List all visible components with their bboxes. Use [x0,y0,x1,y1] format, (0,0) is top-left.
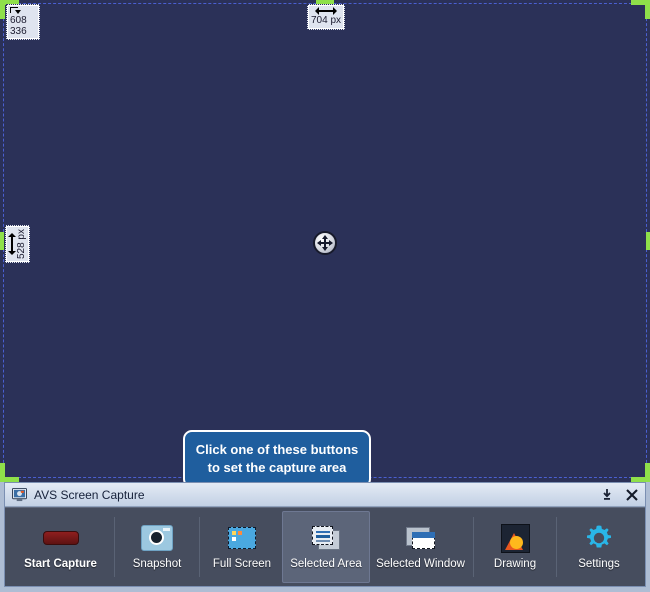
resize-handle-right-middle[interactable] [646,232,650,250]
callout-line-1: Click one of these buttons [195,442,359,457]
height-badge: 528 px [5,225,30,264]
full-screen-icon [228,523,256,553]
snapshot-button[interactable]: Snapshot [117,511,197,583]
toolbar-separator [473,517,474,577]
position-y-value: 336 [10,25,27,37]
toolbar-separator [199,517,200,577]
screen-capture-overlay-app: 608 336 704 px 528 px Click one of these… [0,0,650,592]
width-value: 704 px [311,15,342,26]
start-capture-button[interactable]: Start Capture [9,511,112,583]
move-position-icon [10,7,22,16]
app-window: AVS Screen Capture Start Capture Snapsho… [0,482,650,592]
move-crosshair-icon [317,235,333,251]
selected-window-icon [405,523,436,553]
horizontal-resize-icon [315,7,338,15]
capture-toolbar: Start Capture Snapshot Full Screen Selec… [5,507,645,586]
full-screen-label: Full Screen [212,558,272,570]
monitor-capture-icon [12,487,27,502]
toolbar-separator [556,517,557,577]
minimize-button[interactable] [600,488,614,502]
resize-handle-left-middle[interactable] [0,232,4,250]
settings-label: Settings [578,558,620,570]
settings-button[interactable]: Settings [559,511,639,583]
selected-window-button[interactable]: Selected Window [370,511,471,583]
capture-selection-area[interactable]: 608 336 704 px 528 px Click one of these… [0,0,650,482]
position-x-value: 608 [10,15,27,26]
instruction-callout: Click one of these buttons to set the ca… [183,430,371,482]
vertical-resize-icon [8,233,16,256]
start-capture-label: Start Capture [24,558,97,570]
position-badge: 608 336 [6,4,40,40]
selected-area-label: Selected Area [290,558,362,570]
width-badge: 704 px [307,4,346,30]
callout-line-2: to set the capture area [207,459,347,475]
close-button[interactable] [625,488,639,502]
drawing-label: Drawing [493,558,537,570]
snapshot-label: Snapshot [132,558,182,570]
window-titlebar[interactable]: AVS Screen Capture [5,483,645,507]
move-selection-knob[interactable] [313,231,337,255]
gear-icon [585,523,613,553]
resize-handle-top-right[interactable] [631,0,650,19]
drawing-icon [500,523,530,553]
full-screen-button[interactable]: Full Screen [202,511,282,583]
selected-area-button[interactable]: Selected Area [282,511,370,583]
toolbar-separator [114,517,115,577]
selected-area-icon [312,523,340,553]
camera-icon [141,523,173,553]
height-value: 528 px [16,229,27,260]
drawing-button[interactable]: Drawing [476,511,554,583]
selected-window-label: Selected Window [376,558,465,570]
resize-handle-bottom-right[interactable] [631,463,650,482]
window-title: AVS Screen Capture [34,487,145,502]
resize-handle-bottom-left[interactable] [0,463,19,482]
record-button-icon [42,523,79,553]
